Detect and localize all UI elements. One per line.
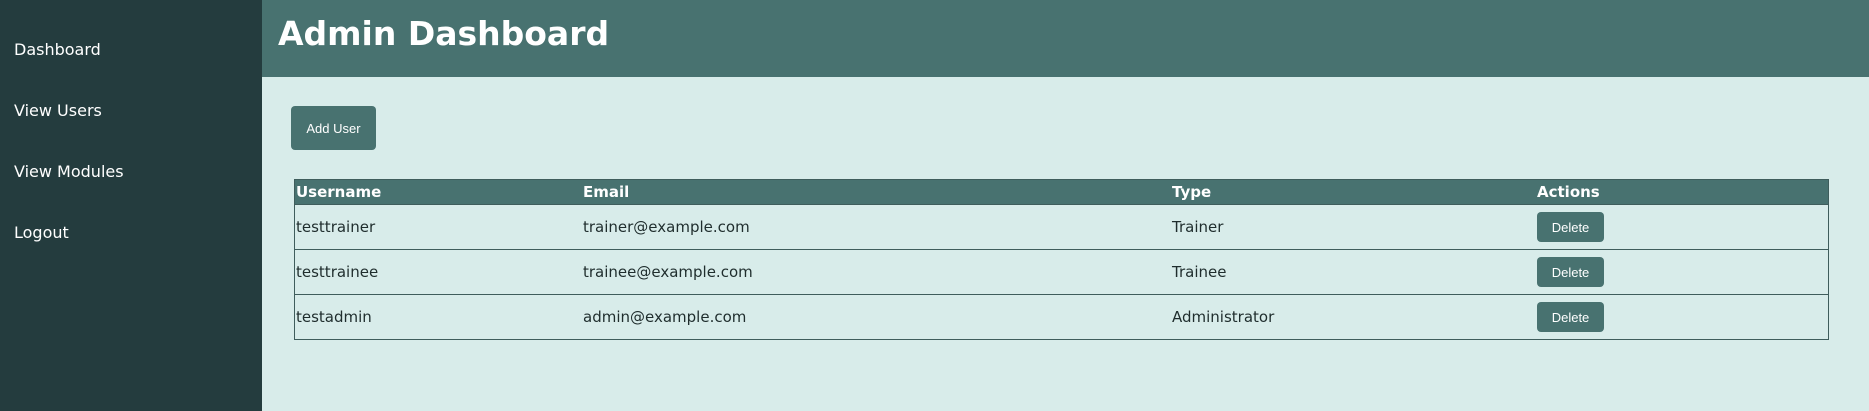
- cell-email: trainer@example.com: [582, 204, 1171, 250]
- table-row: testadmin admin@example.com Administrato…: [294, 294, 1829, 340]
- cell-actions: Delete: [1536, 249, 1829, 295]
- table-body: testtrainer trainer@example.com Trainer …: [294, 204, 1829, 340]
- users-table: Username Email Type Actions testtrainer …: [294, 179, 1829, 340]
- sidebar-item-view-modules[interactable]: View Modules: [14, 162, 124, 182]
- column-header-actions: Actions: [1536, 179, 1829, 205]
- cell-type: Trainee: [1171, 249, 1536, 295]
- table-row: testtrainer trainer@example.com Trainer …: [294, 204, 1829, 250]
- sidebar: Dashboard View Users View Modules Logout: [0, 0, 262, 411]
- delete-button[interactable]: Delete: [1537, 302, 1604, 332]
- cell-actions: Delete: [1536, 294, 1829, 340]
- table-header: Username Email Type Actions: [294, 179, 1829, 205]
- column-header-type: Type: [1171, 179, 1536, 205]
- sidebar-item-view-users[interactable]: View Users: [14, 101, 102, 121]
- cell-email: admin@example.com: [582, 294, 1171, 340]
- sidebar-item-dashboard[interactable]: Dashboard: [14, 40, 101, 60]
- app-root: Dashboard View Users View Modules Logout…: [0, 0, 1869, 411]
- delete-button[interactable]: Delete: [1537, 257, 1604, 287]
- main-content: Add User Username Email Type Actions tes…: [262, 77, 1869, 411]
- table-header-row: Username Email Type Actions: [294, 179, 1829, 205]
- column-header-email: Email: [582, 179, 1171, 205]
- sidebar-item-logout[interactable]: Logout: [14, 223, 69, 243]
- cell-email: trainee@example.com: [582, 249, 1171, 295]
- cell-actions: Delete: [1536, 204, 1829, 250]
- cell-type: Administrator: [1171, 294, 1536, 340]
- header: Admin Dashboard: [262, 0, 1869, 77]
- table-row: testtrainee trainee@example.com Trainee …: [294, 249, 1829, 295]
- add-user-button[interactable]: Add User: [291, 106, 376, 150]
- cell-type: Trainer: [1171, 204, 1536, 250]
- cell-username: testtrainer: [294, 204, 582, 250]
- page-title: Admin Dashboard: [278, 14, 610, 53]
- cell-username: testtrainee: [294, 249, 582, 295]
- cell-username: testadmin: [294, 294, 582, 340]
- column-header-username: Username: [294, 179, 582, 205]
- delete-button[interactable]: Delete: [1537, 212, 1604, 242]
